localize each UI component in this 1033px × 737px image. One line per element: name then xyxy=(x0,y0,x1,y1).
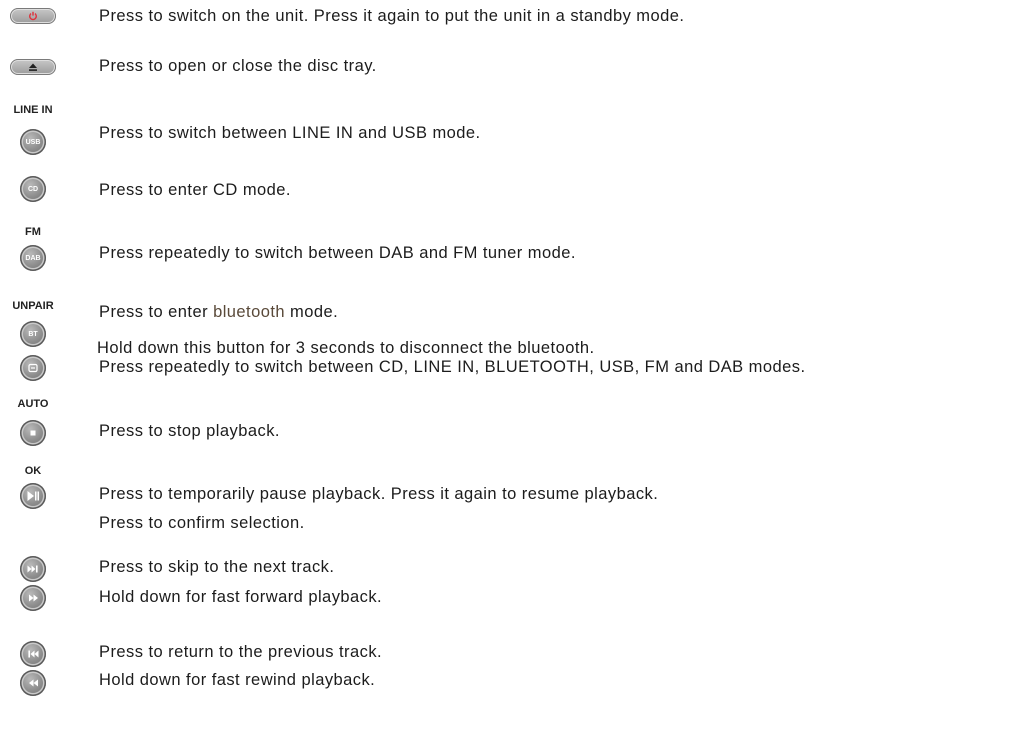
dab-button-label: DAB xyxy=(25,254,41,262)
power-button xyxy=(10,8,56,24)
previous-track-description: Press to return to the previous track. xyxy=(99,643,383,661)
rewind-icon xyxy=(28,679,38,687)
bt-description-suffix: mode. xyxy=(285,303,339,321)
bt-hold-description: Hold down this button for 3 seconds to d… xyxy=(97,339,595,357)
previous-track-button xyxy=(20,641,46,667)
stop-description: Press to stop playback. xyxy=(99,422,280,440)
next-track-icon xyxy=(27,565,38,573)
fast-forward-button xyxy=(20,585,46,611)
source-description: Press repeatedly to switch between CD, L… xyxy=(99,358,806,376)
fast-forward-description: Hold down for fast forward playback. xyxy=(99,588,383,606)
cd-description: Press to enter CD mode. xyxy=(99,181,291,199)
eject-icon xyxy=(29,63,37,71)
eject-description: Press to open or close the disc tray. xyxy=(99,57,377,75)
eject-button xyxy=(10,59,56,75)
usb-button-label: USB xyxy=(25,138,41,146)
power-icon xyxy=(29,11,37,21)
rewind-button xyxy=(20,670,46,696)
rewind-description: Hold down for fast rewind playback. xyxy=(99,671,376,689)
bt-description: Press to enter bluetooth mode. xyxy=(99,302,338,322)
confirm-description: Press to confirm selection. xyxy=(99,514,305,532)
play-pause-icon xyxy=(27,491,39,501)
bt-description-prefix: Press to enter xyxy=(99,303,214,321)
dab-button: DAB xyxy=(20,245,46,271)
play-pause-button xyxy=(20,483,46,509)
source-button xyxy=(20,355,46,381)
auto-label: AUTO xyxy=(17,398,49,410)
source-icon xyxy=(28,363,38,373)
unpair-label: UNPAIR xyxy=(12,300,54,312)
play-pause-description: Press to temporarily pause playback. Pre… xyxy=(99,485,659,503)
next-track-description: Press to skip to the next track. xyxy=(99,558,335,576)
cd-button-label: CD xyxy=(27,185,39,193)
power-description: Press to switch on the unit. Press it ag… xyxy=(99,7,685,25)
bt-button: BT xyxy=(20,321,46,347)
cd-button: CD xyxy=(20,176,46,202)
fast-forward-icon xyxy=(28,594,38,602)
usb-description: Press to switch between LINE IN and USB … xyxy=(99,124,481,142)
usb-button: USB xyxy=(20,129,46,155)
bt-button-label: BT xyxy=(28,330,38,338)
bt-description-highlight: bluetooth xyxy=(213,303,286,321)
line-in-label: LINE IN xyxy=(13,104,53,116)
previous-track-icon xyxy=(28,650,39,658)
stop-icon xyxy=(30,430,36,436)
next-track-button xyxy=(20,556,46,582)
stop-button xyxy=(20,420,46,446)
dab-description: Press repeatedly to switch between DAB a… xyxy=(99,244,576,262)
ok-label: OK xyxy=(24,465,42,477)
fm-label: FM xyxy=(25,226,41,238)
